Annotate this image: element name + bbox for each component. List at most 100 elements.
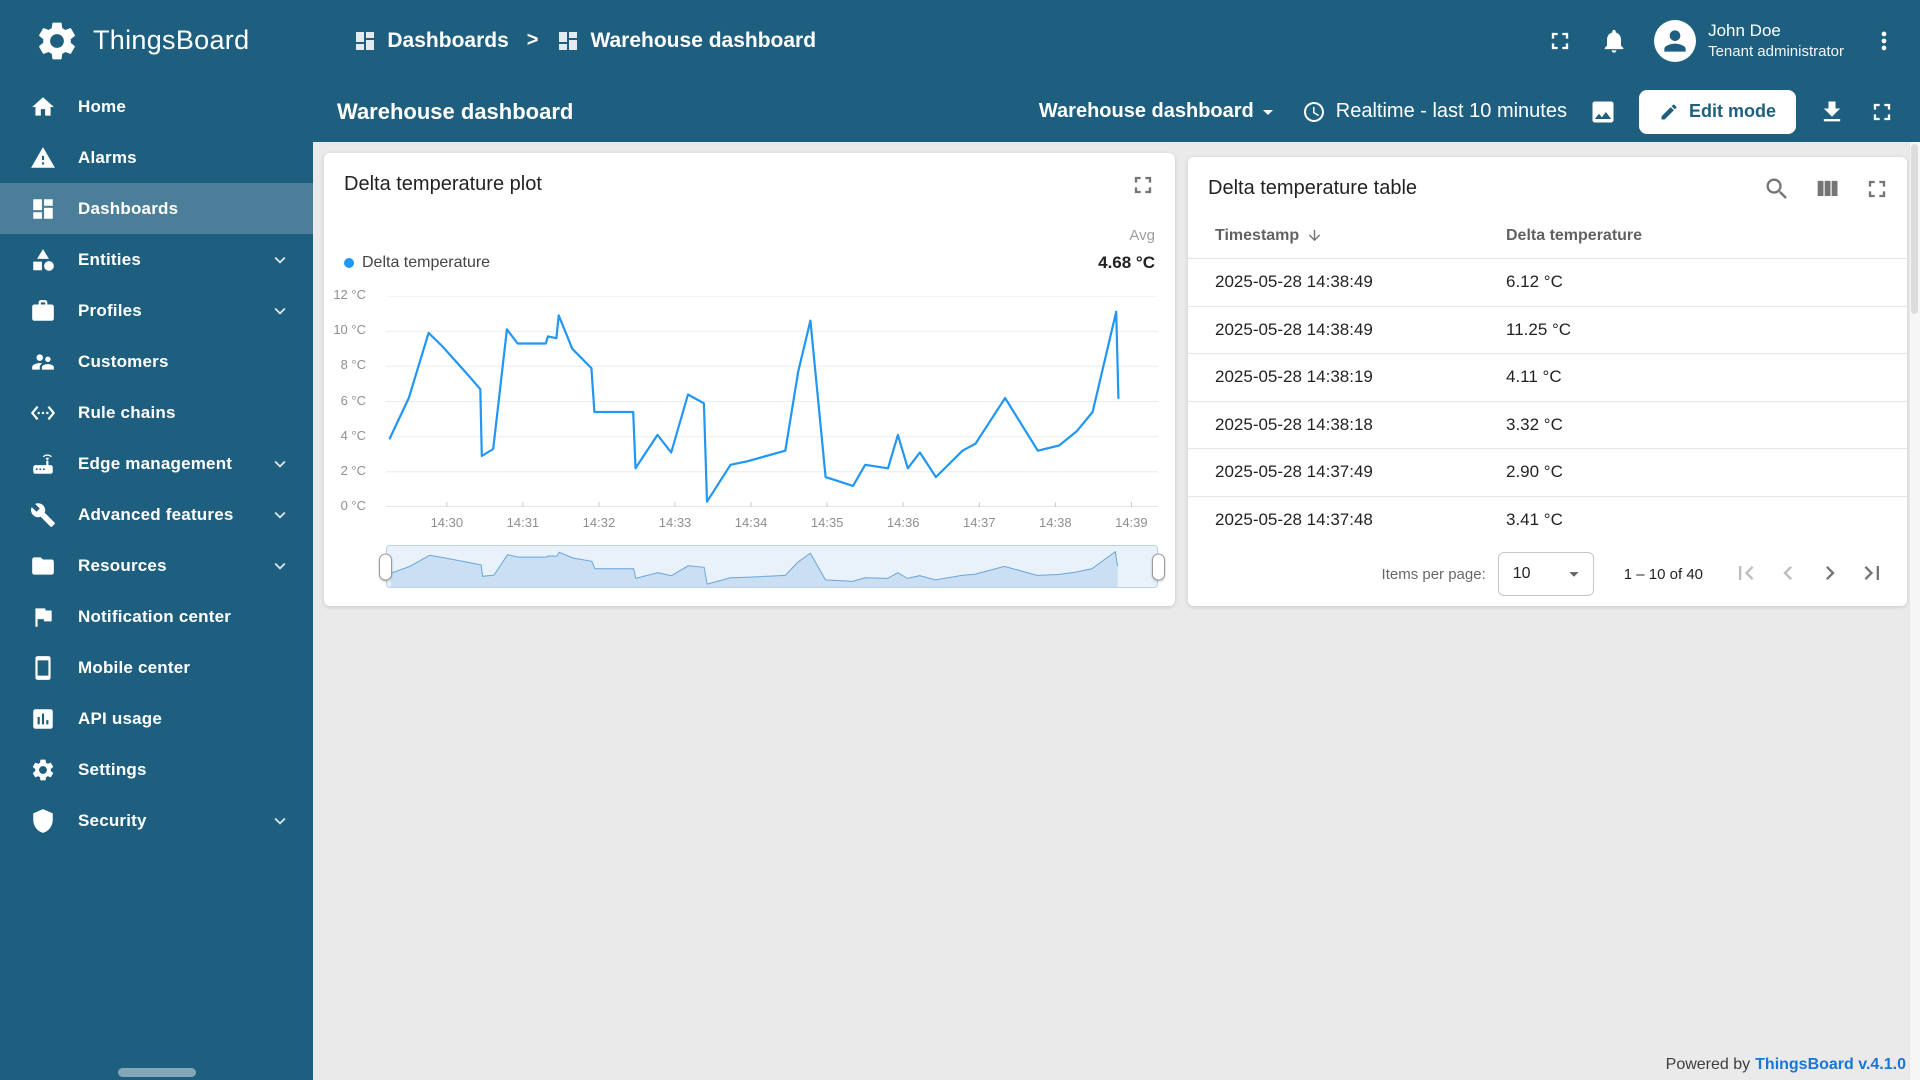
- brush-handle-right[interactable]: [1152, 553, 1165, 580]
- sidebar-item-label: Alarms: [78, 147, 137, 167]
- fullscreen-button[interactable]: [1546, 27, 1574, 55]
- y-axis-tick-label: 6 °C: [340, 392, 366, 408]
- sidebar-item-label: Resources: [78, 555, 167, 575]
- cell-timestamp: 2025-05-28 14:38:18: [1215, 414, 1373, 434]
- customers-icon: [30, 349, 56, 375]
- thingsboard-logo-icon: [34, 18, 80, 64]
- y-axis-tick-label: 2 °C: [340, 462, 366, 478]
- table-row[interactable]: 2025-05-28 14:38:49 11.25 °C: [1188, 306, 1907, 354]
- fullscreen-icon[interactable]: [1129, 171, 1157, 199]
- thingsboard-version-link[interactable]: ThingsBoard v.4.1.0: [1755, 1056, 1906, 1073]
- dashboard-fullscreen-button[interactable]: [1868, 98, 1896, 126]
- clock-icon: [1302, 100, 1326, 124]
- breadcrumb: Dashboards > Warehouse dashboard: [353, 29, 816, 53]
- timewindow-label: Realtime - last 10 minutes: [1335, 100, 1567, 122]
- vertical-scrollbar[interactable]: [1909, 142, 1920, 1080]
- legend-item-delta-temperature[interactable]: Delta temperature: [344, 254, 490, 272]
- search-icon[interactable]: [1763, 175, 1791, 203]
- y-axis-tick-label: 8 °C: [340, 357, 366, 373]
- sidebar-item-settings[interactable]: Settings: [0, 744, 313, 795]
- previous-page-button[interactable]: [1773, 559, 1803, 589]
- sidebar-item-security[interactable]: Security: [0, 795, 313, 846]
- chart-brush-wrap: [379, 545, 1165, 588]
- items-per-page-label: Items per page:: [1381, 565, 1486, 583]
- mobile-center-icon: [30, 655, 56, 681]
- sidebar-item-entities[interactable]: Entities: [0, 234, 313, 285]
- app-logo[interactable]: ThingsBoard: [0, 18, 249, 64]
- table-actions: [1763, 175, 1891, 203]
- state-selector-label: Warehouse dashboard: [1038, 100, 1254, 122]
- next-page-button[interactable]: [1815, 559, 1845, 589]
- notifications-button[interactable]: [1600, 27, 1628, 55]
- sidebar-item-label: Edge management: [78, 453, 233, 473]
- aggregation-value: 4.68 °C: [1098, 253, 1155, 272]
- user-info[interactable]: John Doe Tenant administrator: [1708, 20, 1844, 62]
- sidebar-item-home[interactable]: Home: [0, 81, 313, 132]
- fullscreen-icon[interactable]: [1863, 175, 1891, 203]
- sidebar-item-alarms[interactable]: Alarms: [0, 132, 313, 183]
- aggregation-label: Avg: [1129, 227, 1155, 244]
- first-page-button[interactable]: [1731, 559, 1761, 589]
- timewindow-button[interactable]: Realtime - last 10 minutes: [1302, 100, 1567, 124]
- column-header-delta-temperature[interactable]: Delta temperature: [1506, 227, 1642, 245]
- columns-icon[interactable]: [1813, 175, 1841, 203]
- chevron-right-icon: [1816, 559, 1844, 587]
- person-icon: [1659, 25, 1691, 57]
- items-per-page-select[interactable]: 10: [1497, 552, 1594, 596]
- chart-brush[interactable]: [386, 545, 1158, 588]
- powered-by-text: Powered by: [1665, 1056, 1751, 1073]
- sidebar-item-mobile-center[interactable]: Mobile center: [0, 642, 313, 693]
- sidebar-item-dashboards[interactable]: Dashboards: [0, 183, 313, 234]
- table-row[interactable]: 2025-05-28 14:38:49 6.12 °C: [1188, 259, 1907, 307]
- breadcrumb-item-warehouse-dashboard[interactable]: Warehouse dashboard: [556, 29, 816, 53]
- sidebar-item-resources[interactable]: Resources: [0, 540, 313, 591]
- sidebar-item-label: Advanced features: [78, 504, 234, 524]
- cell-timestamp: 2025-05-28 14:37:49: [1215, 462, 1373, 482]
- legend-label: Delta temperature: [362, 254, 491, 271]
- last-page-button[interactable]: [1857, 559, 1887, 589]
- sidebar-scrollbar-thumb[interactable]: [118, 1068, 196, 1077]
- cell-delta-temperature: 2.90 °C: [1506, 462, 1563, 482]
- sidebar-item-customers[interactable]: Customers: [0, 336, 313, 387]
- sidebar-item-edge-management[interactable]: Edge management: [0, 438, 313, 489]
- sidebar-item-profiles[interactable]: Profiles: [0, 285, 313, 336]
- sidebar-item-label: Customers: [78, 351, 169, 371]
- sidebar-item-label: Dashboards: [78, 198, 179, 218]
- avatar[interactable]: [1654, 19, 1697, 62]
- dashboard-image-button[interactable]: [1589, 98, 1617, 126]
- table-row[interactable]: 2025-05-28 14:38:19 4.11 °C: [1188, 354, 1907, 402]
- more-menu-button[interactable]: [1870, 27, 1898, 55]
- sidebar-item-api-usage[interactable]: API usage: [0, 693, 313, 744]
- toolbar-actions: Warehouse dashboard Realtime - last 10 m…: [1039, 89, 1920, 134]
- plot-area[interactable]: [386, 295, 1158, 508]
- table-row[interactable]: 2025-05-28 14:37:48 3.41 °C: [1188, 496, 1907, 544]
- brush-handle-left[interactable]: [379, 553, 392, 580]
- edit-mode-button[interactable]: Edit mode: [1638, 89, 1796, 134]
- breadcrumb-item-dashboards[interactable]: Dashboards: [353, 29, 509, 53]
- sidebar-item-label: Security: [78, 810, 147, 830]
- vertical-scrollbar-thumb[interactable]: [1911, 144, 1918, 314]
- x-axis-tick-label: 14:35: [810, 515, 844, 530]
- profiles-icon: [30, 298, 56, 324]
- sidebar-item-notification-center[interactable]: Notification center: [0, 591, 313, 642]
- table-row[interactable]: 2025-05-28 14:37:49 2.90 °C: [1188, 449, 1907, 497]
- sidebar: Home Alarms Dashboards Entities Profiles Cust…: [0, 81, 313, 1080]
- dashboard-state-selector[interactable]: Warehouse dashboard: [1039, 100, 1280, 124]
- sidebar-item-advanced-features[interactable]: Advanced features: [0, 489, 313, 540]
- entities-icon: [30, 247, 56, 273]
- fullscreen-icon: [1868, 98, 1896, 126]
- fullscreen-icon: [1546, 27, 1574, 55]
- cell-delta-temperature: 3.32 °C: [1506, 414, 1563, 434]
- sort-descending-icon[interactable]: [1306, 227, 1323, 244]
- dashboard-content: Delta temperature plot Avg Delta tempera…: [313, 142, 1920, 1080]
- column-header-timestamp[interactable]: Timestamp: [1188, 227, 1506, 245]
- sidebar-item-rule-chains[interactable]: Rule chains: [0, 387, 313, 438]
- y-axis-tick-label: 10 °C: [333, 322, 366, 338]
- y-axis-tick-label: 12 °C: [333, 287, 366, 302]
- x-axis-tick-label: 14:34: [734, 515, 768, 530]
- export-download-button[interactable]: [1818, 98, 1846, 126]
- x-axis-labels: 14:30 14:31 14:32 14:33 14:34 14:35 14:36 14:37…: [386, 513, 1158, 531]
- dashboards-icon: [353, 29, 377, 53]
- sidebar-item-label: Home: [78, 96, 127, 116]
- table-row[interactable]: 2025-05-28 14:38:18 3.32 °C: [1188, 401, 1907, 449]
